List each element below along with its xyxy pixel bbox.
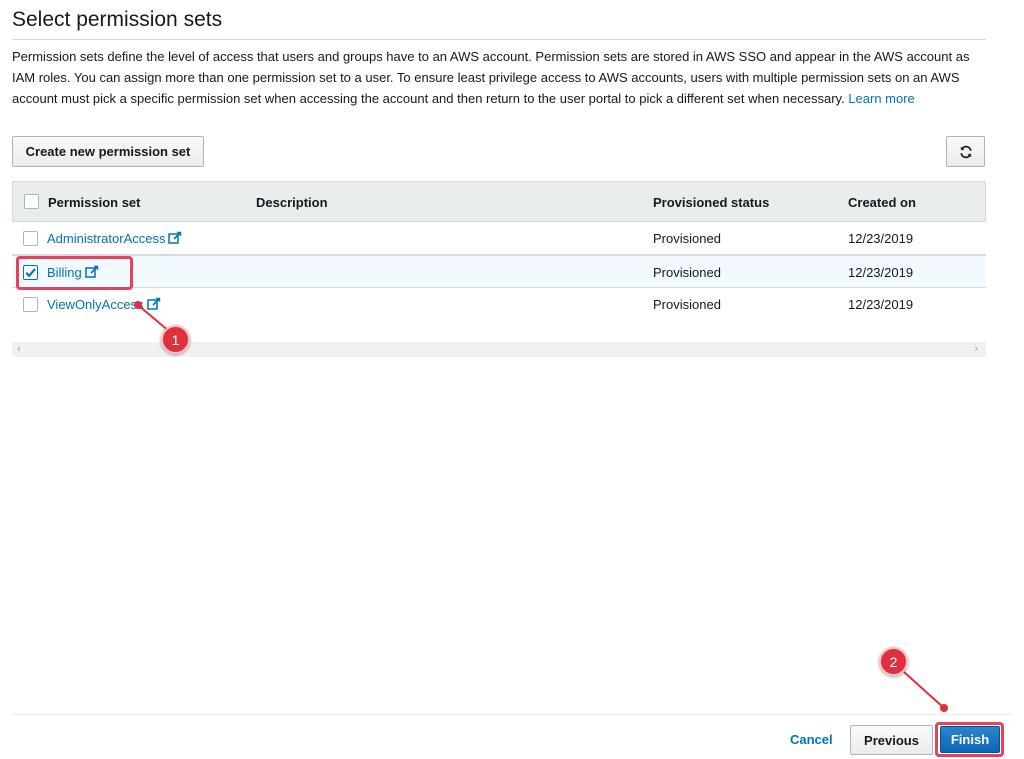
table-row[interactable]: AdministratorAccess Provisioned 12/23/20… — [12, 222, 986, 255]
row-created-on: 12/23/2019 — [848, 265, 914, 280]
horizontal-scrollbar[interactable]: ‹ › — [12, 342, 986, 357]
page-description: Permission sets define the level of acce… — [12, 46, 984, 109]
learn-more-link[interactable]: Learn more — [848, 91, 914, 106]
footer-divider — [12, 714, 1012, 715]
permission-set-link[interactable]: Billing — [47, 265, 82, 280]
external-link-icon — [168, 231, 182, 244]
column-header-permission-set[interactable]: Permission set — [48, 195, 141, 210]
row-checkbox[interactable] — [23, 231, 38, 246]
table-row-selected[interactable]: Billing Provisioned 12/23/2019 — [12, 255, 986, 288]
scroll-left-icon[interactable]: ‹ — [17, 343, 21, 355]
finish-button[interactable]: Finish — [940, 726, 1000, 753]
external-link-icon — [84, 265, 98, 278]
scroll-right-icon[interactable]: › — [974, 343, 978, 355]
table-row[interactable]: ViewOnlyAccess Provisioned 12/23/2019 — [12, 288, 986, 321]
annotation-arrows — [134, 301, 948, 712]
refresh-button[interactable] — [946, 136, 985, 167]
row-status: Provisioned — [653, 265, 721, 280]
column-header-provisioned-status[interactable]: Provisioned status — [653, 195, 769, 210]
row-created-on: 12/23/2019 — [848, 297, 914, 312]
previous-button[interactable]: Previous — [850, 725, 933, 755]
permission-set-link[interactable]: AdministratorAccess — [47, 231, 165, 246]
row-checkbox[interactable] — [23, 297, 38, 312]
table-header: Permission set Description Provisioned s… — [12, 181, 986, 222]
row-checkbox-checked[interactable] — [23, 265, 38, 280]
step-1-badge: 1 — [161, 325, 190, 354]
refresh-icon — [959, 145, 972, 158]
description-text: Permission sets define the level of acce… — [12, 49, 970, 106]
column-header-created-on[interactable]: Created on — [848, 195, 916, 210]
permission-set-link[interactable]: ViewOnlyAccess — [47, 297, 144, 312]
page-title: Select permission sets — [12, 8, 223, 31]
column-header-description[interactable]: Description — [256, 195, 328, 210]
select-all-checkbox[interactable] — [24, 194, 39, 209]
row-status: Provisioned — [653, 231, 721, 246]
row-status: Provisioned — [653, 297, 721, 312]
permission-sets-table: Permission set Description Provisioned s… — [12, 181, 986, 321]
checkmark-icon — [25, 268, 36, 278]
title-divider — [12, 39, 986, 40]
row-created-on: 12/23/2019 — [848, 231, 914, 246]
create-permission-set-button[interactable]: Create new permission set — [12, 136, 204, 167]
external-link-icon — [146, 297, 160, 310]
cancel-button[interactable]: Cancel — [790, 732, 833, 747]
step-2-badge: 2 — [879, 647, 908, 676]
